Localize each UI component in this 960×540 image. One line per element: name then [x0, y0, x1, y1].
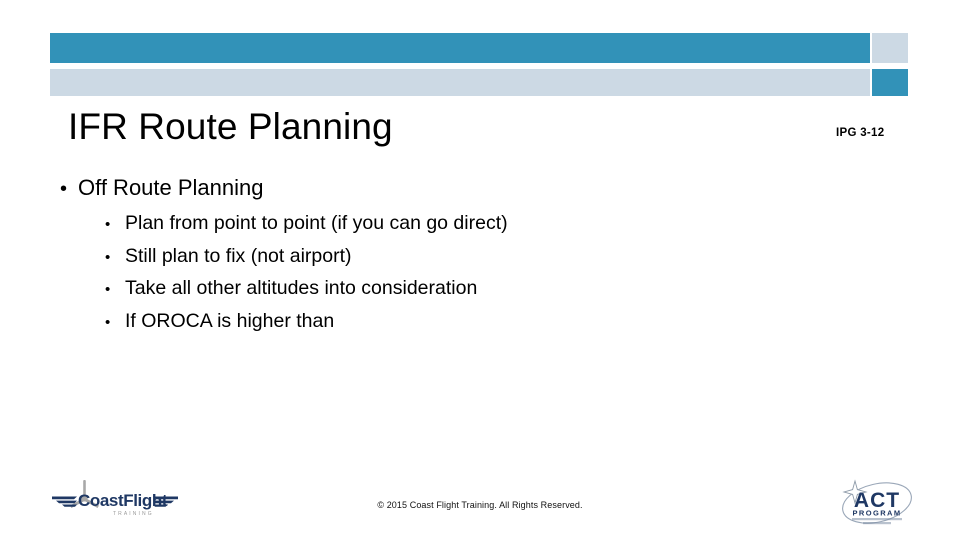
wing-left-shape: [52, 496, 77, 507]
slide-canvas: IFR Route Planning IPG 3-12 • Off Route …: [0, 0, 960, 540]
bullet-level2-text: Take all other altitudes into considerat…: [125, 277, 478, 299]
header-bar-bottom-square: [872, 69, 908, 96]
coastflight-logo: CoastFlight TRAINING: [50, 478, 180, 526]
bullet-level2: • If OROCA is higher than: [60, 306, 900, 339]
tagline-line-shape: [863, 522, 891, 525]
bullet-marker: •: [105, 313, 111, 331]
bullet-level2-text: Plan from point to point (if you can go …: [125, 212, 508, 234]
bullet-level2-text: If OROCA is higher than: [125, 309, 335, 332]
slide-body: • Off Route Planning • Plan from point t…: [60, 173, 900, 338]
bullet-marker: •: [105, 248, 111, 266]
bullet-level2: • Take all other altitudes into consider…: [60, 273, 900, 306]
tagline-line-shape: [852, 518, 902, 521]
header-bar-top-long: [50, 33, 870, 63]
slide-title: IFR Route Planning: [68, 106, 393, 147]
bullet-level1-text: Off Route Planning: [78, 175, 264, 200]
bullet-marker: •: [105, 216, 111, 233]
header-bar-row-top: [50, 33, 908, 63]
svg-text:CoastFlight: CoastFlight: [78, 491, 168, 510]
bullet-level2: • Still plan to fix (not airport): [60, 241, 900, 274]
header-bar-top-square: [872, 33, 908, 63]
page-reference: IPG 3-12: [836, 127, 885, 139]
bullet-level1: • Off Route Planning: [60, 173, 900, 204]
header-bar-row-bottom: [50, 69, 908, 96]
bullet-level2: • Plan from point to point (if you can g…: [60, 208, 900, 241]
bullet-marker: •: [60, 178, 68, 200]
bullet-level2-text: Still plan to fix (not airport): [125, 244, 352, 267]
svg-text:PROGRAM: PROGRAM: [853, 509, 902, 518]
act-program-logo: ACT PROGRAM: [836, 476, 918, 532]
header-bar-bottom-long: [50, 69, 870, 96]
svg-text:TRAINING: TRAINING: [113, 511, 154, 517]
bullet-sublist: • Plan from point to point (if you can g…: [60, 208, 900, 338]
bullet-marker: •: [105, 281, 111, 298]
